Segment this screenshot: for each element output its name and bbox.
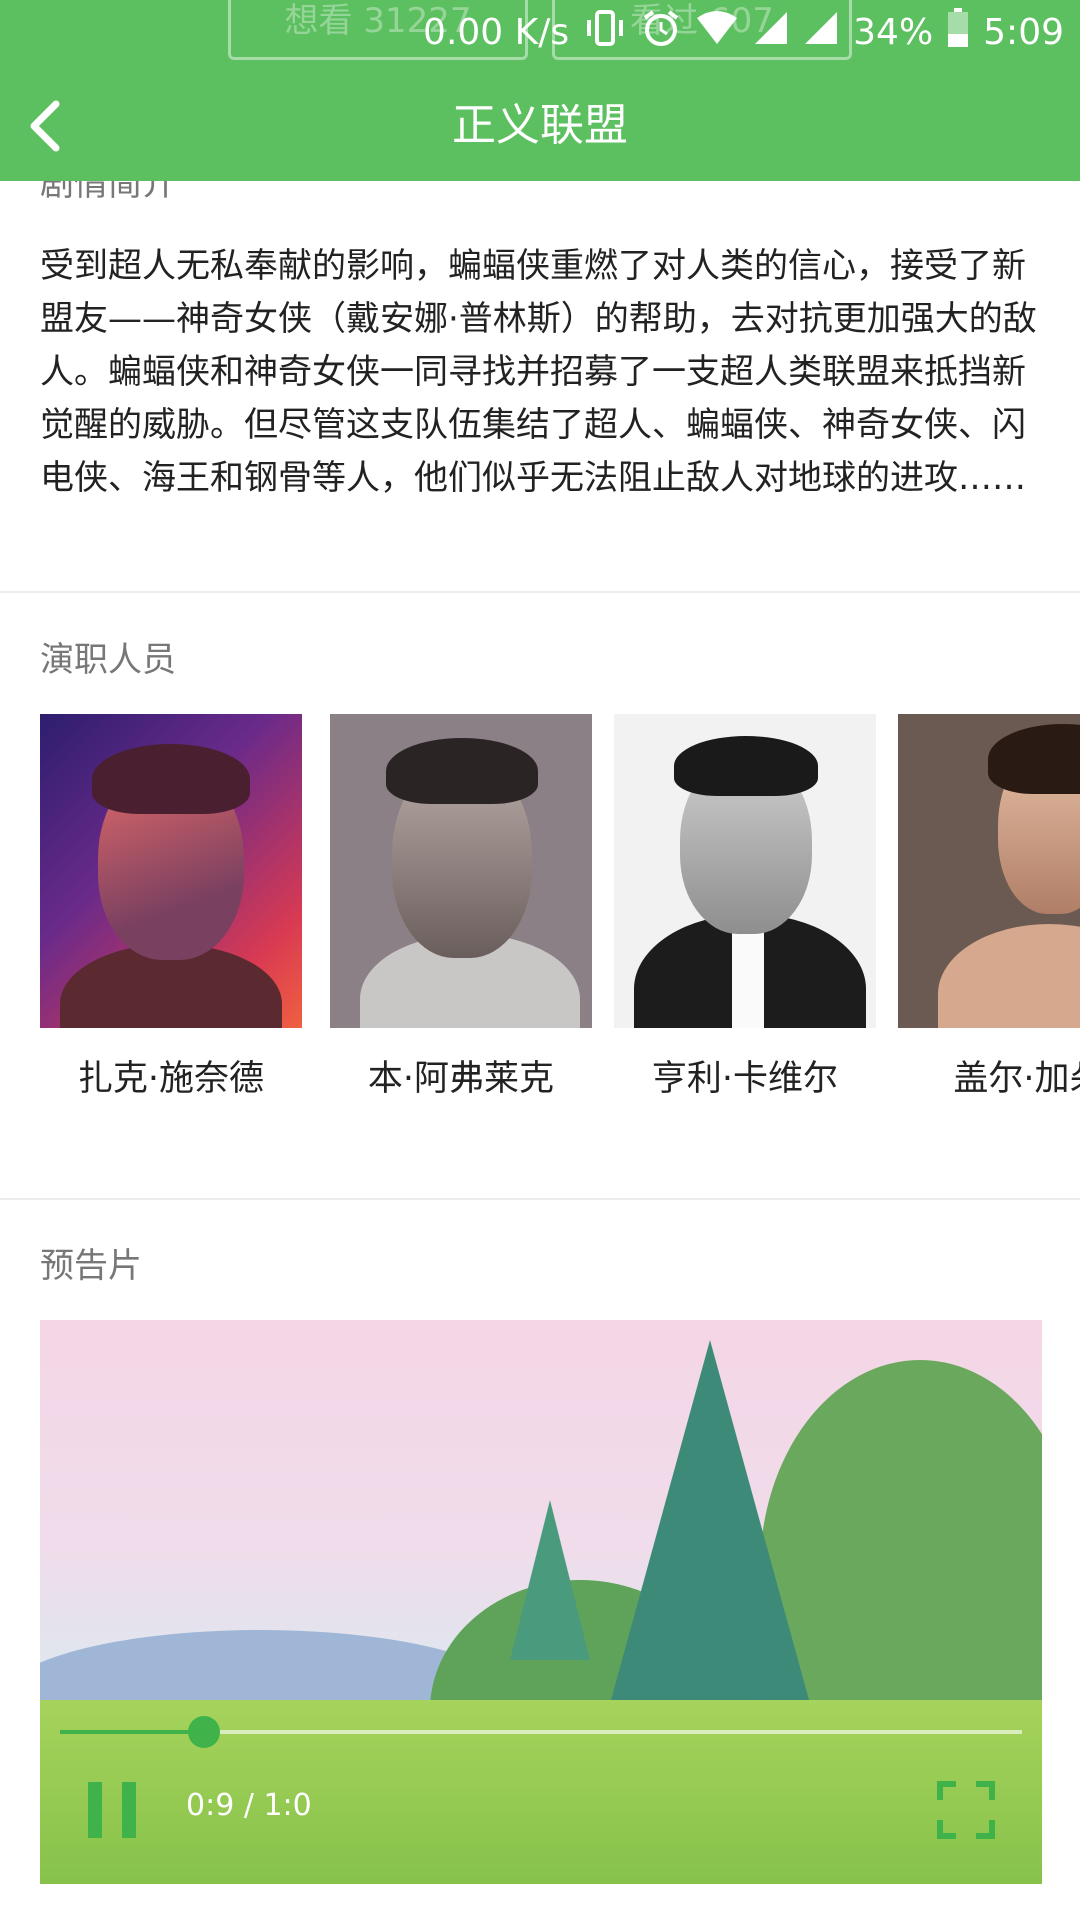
cast-photo — [330, 714, 592, 1028]
video-progress-fill — [60, 1730, 205, 1734]
cast-list[interactable]: 扎克·施奈德 本·阿弗莱克 亨利·卡维尔 盖尔·加朵 — [40, 714, 1080, 1114]
status-bar: 0.00 K/s 34% 5:09 — [423, 0, 1064, 64]
fullscreen-icon[interactable] — [936, 1780, 996, 1840]
video-scenery — [600, 1340, 820, 1740]
video-progress-bar[interactable] — [60, 1716, 1022, 1748]
app-header: 想看 31227 看过 607 0.00 K/s 34% 5:09 正义联盟 — [0, 0, 1080, 181]
alarm-icon — [641, 8, 681, 57]
video-time: 0:9 / 1:0 — [186, 1788, 312, 1823]
video-scenery — [510, 1500, 590, 1660]
synopsis-text: 受到超人无私奉献的影响，蝙蝠侠重燃了对人类的信心，接受了新盟友——神奇女侠（戴安… — [40, 246, 1037, 498]
pause-icon[interactable] — [88, 1782, 136, 1838]
battery-percent: 34% — [853, 11, 934, 53]
clock: 5:09 — [983, 11, 1064, 53]
cast-name: 盖尔·加朵 — [953, 1059, 1080, 1099]
wifi-icon — [695, 10, 739, 55]
cast-card[interactable]: 亨利·卡维尔 — [614, 714, 876, 1101]
cast-photo — [898, 714, 1080, 1028]
cast-name: 扎克·施奈德 — [77, 1059, 265, 1099]
trailer-section-title: 预告片 — [40, 1246, 142, 1286]
cast-card[interactable]: 扎克·施奈德 — [40, 714, 302, 1101]
divider — [0, 591, 1080, 593]
battery-icon — [947, 7, 969, 57]
network-speed: 0.00 K/s — [423, 11, 570, 53]
page-title: 正义联盟 — [452, 100, 628, 151]
signal-icon — [803, 10, 839, 55]
cast-name: 本·阿弗莱克 — [367, 1059, 555, 1099]
cast-card[interactable]: 盖尔·加朵 — [898, 714, 1080, 1101]
signal-icon — [753, 10, 789, 55]
vibrate-icon — [583, 8, 627, 57]
cast-photo — [40, 714, 302, 1028]
cast-photo — [614, 714, 876, 1028]
cast-section-title: 演职人员 — [40, 640, 176, 680]
divider — [0, 1198, 1080, 1200]
cast-card[interactable]: 本·阿弗莱克 — [330, 714, 592, 1101]
cast-name: 亨利·卡维尔 — [651, 1059, 839, 1099]
trailer-video-player[interactable]: 0:9 / 1:0 — [40, 1320, 1042, 1884]
